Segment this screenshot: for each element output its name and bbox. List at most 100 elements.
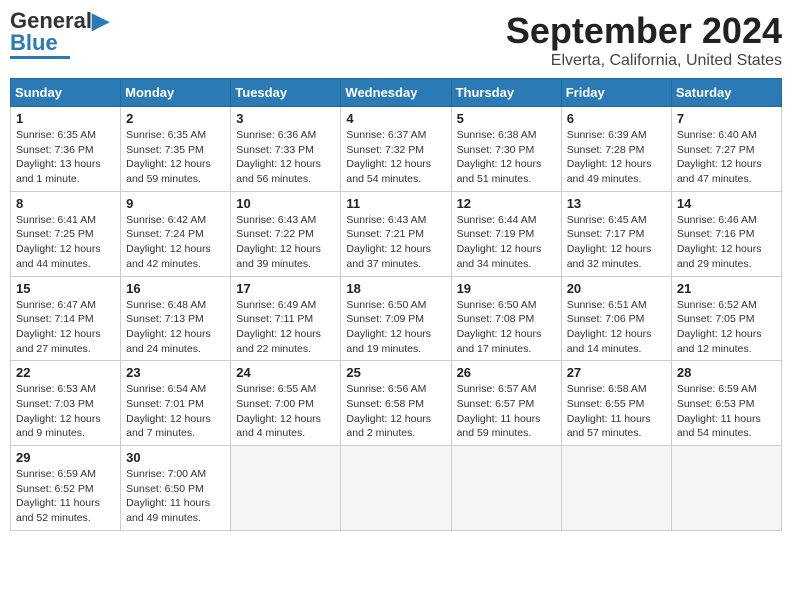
day-info: Sunrise: 6:39 AMSunset: 7:28 PMDaylight:… bbox=[567, 128, 666, 187]
calendar-cell bbox=[561, 446, 671, 531]
calendar-body: 1 Sunrise: 6:35 AMSunset: 7:36 PMDaylight… bbox=[11, 107, 782, 531]
calendar-cell: 25Sunrise: 6:56 AMSunset: 6:58 PMDayligh… bbox=[341, 361, 451, 446]
sunrise-label: Sunrise: 6:35 AM bbox=[16, 129, 96, 141]
calendar-cell: 29Sunrise: 6:59 AMSunset: 6:52 PMDayligh… bbox=[11, 446, 121, 531]
header-friday: Friday bbox=[561, 79, 671, 107]
sunset-label: Sunset: 6:52 PM bbox=[16, 483, 94, 495]
sunset-label: Sunset: 6:50 PM bbox=[126, 483, 204, 495]
calendar-cell: 24Sunrise: 6:55 AMSunset: 7:00 PMDayligh… bbox=[231, 361, 341, 446]
calendar-cell: 14Sunrise: 6:46 AMSunset: 7:16 PMDayligh… bbox=[671, 191, 781, 276]
logo: General▶Blue bbox=[10, 10, 109, 59]
daylight-label: Daylight: 12 hours and 14 minutes. bbox=[567, 328, 652, 355]
sunrise-label: Sunrise: 6:48 AM bbox=[126, 299, 206, 311]
sunrise-label: Sunrise: 6:58 AM bbox=[567, 383, 647, 395]
header-wednesday: Wednesday bbox=[341, 79, 451, 107]
calendar-cell bbox=[451, 446, 561, 531]
location-subtitle: Elverta, California, United States bbox=[506, 52, 782, 70]
sunrise-label: Sunrise: 6:45 AM bbox=[567, 214, 647, 226]
calendar-cell: 16Sunrise: 6:48 AMSunset: 7:13 PMDayligh… bbox=[121, 276, 231, 361]
day-number: 15 bbox=[16, 281, 115, 296]
logo-blue: ▶ bbox=[92, 8, 109, 33]
sunset-label: Sunset: 6:58 PM bbox=[346, 398, 424, 410]
day-number: 8 bbox=[16, 196, 115, 211]
day-info: Sunrise: 6:59 AMSunset: 6:53 PMDaylight:… bbox=[677, 382, 776, 441]
calendar-cell: 23Sunrise: 6:54 AMSunset: 7:01 PMDayligh… bbox=[121, 361, 231, 446]
sunrise-label: Sunrise: 6:52 AM bbox=[677, 299, 757, 311]
calendar-cell: 28Sunrise: 6:59 AMSunset: 6:53 PMDayligh… bbox=[671, 361, 781, 446]
calendar-cell: 6Sunrise: 6:39 AMSunset: 7:28 PMDaylight… bbox=[561, 107, 671, 192]
daylight-label: Daylight: 12 hours and 56 minutes. bbox=[236, 158, 321, 185]
sunrise-label: Sunrise: 6:35 AM bbox=[126, 129, 206, 141]
sunset-label: Sunset: 7:35 PM bbox=[126, 144, 204, 156]
sunset-label: Sunset: 7:22 PM bbox=[236, 228, 314, 240]
sunset-label: Sunset: 6:55 PM bbox=[567, 398, 645, 410]
day-number: 24 bbox=[236, 365, 335, 380]
sunset-label: Sunset: 7:14 PM bbox=[16, 313, 94, 325]
sunset-label: Sunset: 7:03 PM bbox=[16, 398, 94, 410]
calendar-cell: 2Sunrise: 6:35 AMSunset: 7:35 PMDaylight… bbox=[121, 107, 231, 192]
sunrise-label: Sunrise: 6:38 AM bbox=[457, 129, 537, 141]
calendar-cell: 13 Sunrise: 6:45 AMSunset: 7:17 PMDayligh… bbox=[561, 191, 671, 276]
sunrise-label: Sunrise: 6:43 AM bbox=[346, 214, 426, 226]
sunset-label: Sunset: 7:13 PM bbox=[126, 313, 204, 325]
calendar-cell: 22Sunrise: 6:53 AMSunset: 7:03 PMDayligh… bbox=[11, 361, 121, 446]
header: General▶Blue September 2024 Elverta, Cal… bbox=[10, 10, 782, 70]
daylight-label: Daylight: 12 hours and 27 minutes. bbox=[16, 328, 101, 355]
sunrise-label: Sunrise: 6:55 AM bbox=[236, 383, 316, 395]
sunrise-label: Sunrise: 6:50 AM bbox=[457, 299, 537, 311]
calendar-cell: 7Sunrise: 6:40 AMSunset: 7:27 PMDaylight… bbox=[671, 107, 781, 192]
day-number: 19 bbox=[457, 281, 556, 296]
calendar-table: Sunday Monday Tuesday Wednesday Thursday… bbox=[10, 78, 782, 531]
day-number: 9 bbox=[126, 196, 225, 211]
day-info: Sunrise: 6:53 AMSunset: 7:03 PMDaylight:… bbox=[16, 382, 115, 441]
day-number: 23 bbox=[126, 365, 225, 380]
day-number: 30 bbox=[126, 450, 225, 465]
daylight-label: Daylight: 12 hours and 32 minutes. bbox=[567, 243, 652, 270]
day-number: 2 bbox=[126, 111, 225, 126]
daylight-label: Daylight: 11 hours and 59 minutes. bbox=[457, 413, 541, 440]
daylight-label: Daylight: 12 hours and 24 minutes. bbox=[126, 328, 211, 355]
daylight-label: Daylight: 11 hours and 57 minutes. bbox=[567, 413, 651, 440]
daylight-label: Daylight: 13 hours and 1 minute. bbox=[16, 158, 101, 185]
sunrise-label: Sunrise: 6:42 AM bbox=[126, 214, 206, 226]
sunrise-label: Sunrise: 6:39 AM bbox=[567, 129, 647, 141]
day-info: Sunrise: 6:36 AMSunset: 7:33 PMDaylight:… bbox=[236, 128, 335, 187]
calendar-cell: 17Sunrise: 6:49 AMSunset: 7:11 PMDayligh… bbox=[231, 276, 341, 361]
day-number: 27 bbox=[567, 365, 666, 380]
sunset-label: Sunset: 6:57 PM bbox=[457, 398, 535, 410]
sunset-label: Sunset: 7:33 PM bbox=[236, 144, 314, 156]
sunrise-label: Sunrise: 6:59 AM bbox=[677, 383, 757, 395]
daylight-label: Daylight: 12 hours and 17 minutes. bbox=[457, 328, 542, 355]
day-number: 13 bbox=[567, 196, 666, 211]
day-info: Sunrise: 7:00 AMSunset: 6:50 PMDaylight:… bbox=[126, 467, 225, 526]
daylight-label: Daylight: 11 hours and 49 minutes. bbox=[126, 497, 210, 524]
sunrise-label: Sunrise: 6:37 AM bbox=[346, 129, 426, 141]
calendar-cell bbox=[671, 446, 781, 531]
title-block: September 2024 Elverta, California, Unit… bbox=[506, 10, 782, 70]
calendar-row: 8Sunrise: 6:41 AMSunset: 7:25 PMDaylight… bbox=[11, 191, 782, 276]
day-info: Sunrise: 6:35 AMSunset: 7:36 PMDaylight:… bbox=[16, 128, 115, 187]
day-info: Sunrise: 6:48 AM Sunset: 7:13 PM Daylight:… bbox=[126, 298, 225, 357]
sunset-label: Sunset: 7:32 PM bbox=[346, 144, 424, 156]
day-number: 5 bbox=[457, 111, 556, 126]
calendar-row: 15Sunrise: 6:47 AMSunset: 7:14 PMDayligh… bbox=[11, 276, 782, 361]
day-info: Sunrise: 6:51 AMSunset: 7:06 PMDaylight:… bbox=[567, 298, 666, 357]
calendar-cell: 27 Sunrise: 6:58 AM Sunset: 6:55 PM Dayligh… bbox=[561, 361, 671, 446]
daylight-label: Daylight: 12 hours and 12 minutes. bbox=[677, 328, 762, 355]
daylight-label: Daylight: 12 hours and 39 minutes. bbox=[236, 243, 321, 270]
calendar-row: 29Sunrise: 6:59 AMSunset: 6:52 PMDayligh… bbox=[11, 446, 782, 531]
sunset-label: Sunset: 7:11 PM bbox=[236, 313, 313, 325]
day-number: 10 bbox=[236, 196, 335, 211]
daylight-label: Daylight: 12 hours and 29 minutes. bbox=[677, 243, 762, 270]
day-number: 12 bbox=[457, 196, 556, 211]
day-info: Sunrise: 6:35 AMSunset: 7:35 PMDaylight:… bbox=[126, 128, 225, 187]
sunset-label: Sunset: 7:19 PM bbox=[457, 228, 535, 240]
daylight-label: Daylight: 12 hours and 19 minutes. bbox=[346, 328, 431, 355]
day-info: Sunrise: 6:40 AMSunset: 7:27 PMDaylight:… bbox=[677, 128, 776, 187]
day-number: 3 bbox=[236, 111, 335, 126]
day-info: Sunrise: 6:45 AMSunset: 7:17 PMDaylight:… bbox=[567, 213, 666, 272]
day-number: 1 bbox=[16, 111, 115, 126]
day-number: 29 bbox=[16, 450, 115, 465]
day-info: Sunrise: 6:43 AMSunset: 7:21 PMDaylight:… bbox=[346, 213, 445, 272]
logo-blue-text: Blue bbox=[10, 30, 58, 55]
